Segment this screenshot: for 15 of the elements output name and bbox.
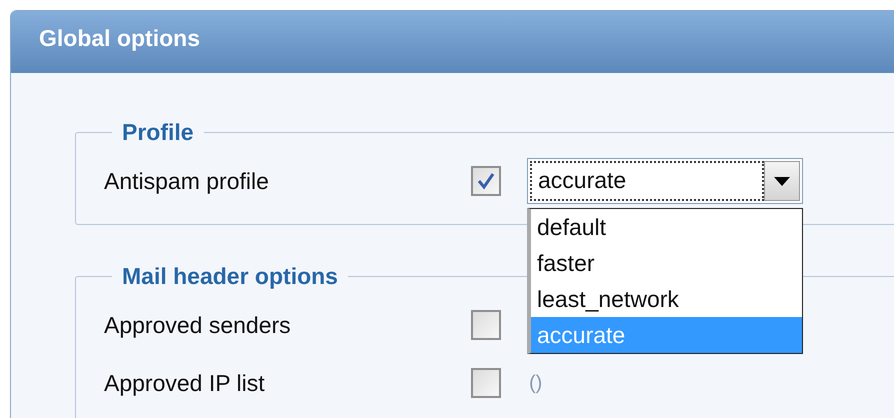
- field-label: Approved IP list: [104, 370, 266, 396]
- checkbox[interactable]: [471, 166, 501, 196]
- field-label: Antispam profile: [104, 168, 270, 194]
- dropdown-option[interactable]: least_network: [531, 281, 802, 317]
- checkbox[interactable]: [471, 368, 501, 398]
- section-title: Mail header options: [121, 263, 339, 290]
- panel-title: Global options: [39, 25, 200, 51]
- field-label: Approved senders: [104, 312, 292, 338]
- dropdown[interactable]: accurate: [527, 158, 803, 204]
- checkmark-icon: [477, 172, 495, 190]
- checkbox[interactable]: [471, 310, 501, 340]
- value-text: (): [528, 372, 542, 394]
- section-title: Profile: [121, 119, 195, 146]
- dropdown-option[interactable]: default: [531, 209, 802, 245]
- dropdown-option[interactable]: faster: [531, 245, 802, 281]
